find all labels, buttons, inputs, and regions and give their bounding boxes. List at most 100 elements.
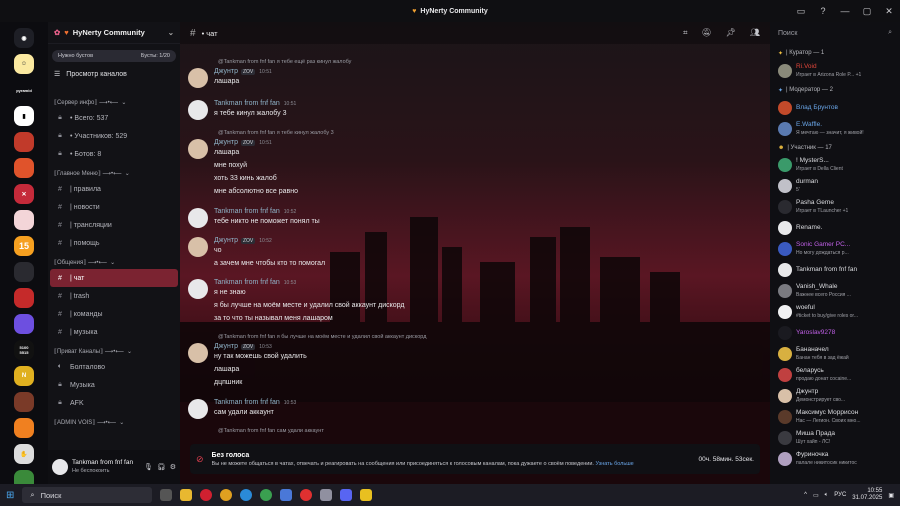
clock-date[interactable]: 31.07.2025 <box>852 495 882 502</box>
member-item[interactable]: ! MysterS... Играет в Della Client <box>770 154 900 175</box>
discord-icon[interactable] <box>340 489 353 501</box>
boost-bar[interactable]: Нужно бустов Бусты: 1/20 <box>52 50 176 62</box>
avatar[interactable] <box>188 279 208 299</box>
opera-icon[interactable] <box>200 489 213 501</box>
message[interactable]: Tankman from fnf fan 10:53 сам удали акка… <box>188 399 768 419</box>
telegram-icon[interactable] <box>320 489 333 501</box>
microphone-icon[interactable]: 🎙︎ <box>144 463 153 471</box>
server-5100[interactable]: 5100 5515 <box>14 340 34 360</box>
maximize-button[interactable]: ▢ <box>856 6 878 17</box>
message-author[interactable]: Tankman from fnf fan <box>214 399 280 406</box>
category-admin-voice[interactable]: ⟦ADMIN VOIS⟧ ⟶•⟵ ⌄ <box>48 412 180 429</box>
store-icon[interactable] <box>280 489 293 501</box>
member-item[interactable]: durman 5' <box>770 175 900 196</box>
server-icon[interactable] <box>14 262 34 282</box>
channel-commands[interactable]: # | команды <box>50 305 178 323</box>
member-item[interactable]: Yaroslav9278 <box>770 322 900 343</box>
close-button[interactable]: ✕ <box>878 6 900 17</box>
avatar[interactable] <box>52 459 68 475</box>
message[interactable]: Tankman from fnf fan 10:53 я не знаю я бы… <box>188 279 768 325</box>
voice-channel-chatter[interactable]: 🔈︎ Болталово <box>50 358 178 376</box>
member-item[interactable]: Ri.Void Играет в Arizona Role P... +1 <box>770 60 900 81</box>
server-icon[interactable] <box>14 288 34 308</box>
server-icon[interactable] <box>14 210 34 230</box>
category-private[interactable]: ⟦Приват Каналы⟧ ⟶•⟵ ⌄ <box>48 341 180 358</box>
yandex-icon[interactable] <box>300 489 313 501</box>
browse-channels[interactable]: ☰ Просмотр каналов <box>48 66 180 82</box>
message[interactable]: @Tankman from fnf fan я тебе ещё раз кин… <box>188 59 768 88</box>
channel-help[interactable]: # | помощь <box>50 234 178 252</box>
server-icon[interactable] <box>14 470 34 484</box>
server-icon[interactable] <box>14 158 34 178</box>
language-indicator[interactable]: РУС <box>834 492 846 498</box>
message[interactable]: Tankman from fnf fan 10:51 я тебе кинул ж… <box>188 100 768 120</box>
server-header[interactable]: ✿ ♥ HyNerty Community ⌄ <box>48 22 180 44</box>
discord-home-icon[interactable]: ◉ <box>14 28 34 48</box>
server-icon[interactable]: ☺ <box>14 54 34 74</box>
server-icon[interactable]: ✋ <box>14 444 34 464</box>
member-item[interactable]: Бананачел Банан тебя в зад ёжай <box>770 343 900 364</box>
server-icon[interactable] <box>14 418 34 438</box>
channel-news[interactable]: # | новости <box>50 198 178 216</box>
channel-rules[interactable]: # | правила <box>50 180 178 198</box>
member-item[interactable]: Влад Брунтов <box>770 97 900 118</box>
gear-icon[interactable]: ⚙ <box>170 463 176 471</box>
voice-channel-music[interactable]: 🔒︎ Музыка <box>50 376 178 394</box>
file-explorer-icon[interactable] <box>180 489 193 501</box>
message[interactable]: Джунтр ZOV 10:52 чо а зачем мне чтобы кто … <box>188 237 768 270</box>
avatar[interactable] <box>188 208 208 228</box>
windows-start-icon[interactable]: ⊞ <box>6 490 14 501</box>
message[interactable]: @Tankman from fnf fan я тебе кинул жалоб… <box>188 130 768 198</box>
channel-chat[interactable]: # | чат <box>50 269 178 287</box>
avatar[interactable] <box>188 237 208 257</box>
minimize-button[interactable]: — <box>834 6 856 16</box>
avatar[interactable] <box>188 100 208 120</box>
member-item[interactable]: беларусь продаю донат cocaine... <box>770 364 900 385</box>
member-item[interactable]: E.Waffle. Я мечтаю — значит, я живой! <box>770 118 900 139</box>
channel-streams[interactable]: # | трансляции <box>50 216 178 234</box>
avatar[interactable] <box>188 399 208 419</box>
chrome-icon[interactable] <box>220 489 233 501</box>
member-item[interactable]: Фуриночка палале никитосик никитос <box>770 448 900 469</box>
category-server-info[interactable]: ⟦Сервер инфо⟧ ⟶•⟵ ⌄ <box>48 92 180 109</box>
server-icon[interactable]: N <box>14 366 34 386</box>
reply-preview[interactable]: @Tankman from fnf fan сам удали аккаунт <box>188 428 768 437</box>
message-author[interactable]: Джунтр <box>214 237 238 244</box>
edge-icon[interactable] <box>240 489 253 501</box>
message-author[interactable]: Tankman from fnf fan <box>214 100 280 107</box>
learn-more-link[interactable]: Узнать больше <box>596 461 634 467</box>
server-icon[interactable] <box>14 132 34 152</box>
member-item[interactable]: Sonic Gamer PC... Но могу дождаться р... <box>770 238 900 259</box>
inbox-icon[interactable]: ▭ <box>790 6 812 17</box>
reply-preview[interactable]: @Tankman from fnf fan я тебе кинул жалоб… <box>188 130 768 139</box>
server-15[interactable]: 15 <box>14 236 34 256</box>
channel-total[interactable]: 🔒︎ • Всего: 537 <box>50 109 178 127</box>
server-icon[interactable] <box>14 392 34 412</box>
volume-icon[interactable]: 🔈︎ <box>825 492 829 499</box>
message-author[interactable]: Tankman from fnf fan <box>214 208 280 215</box>
taskbar-search[interactable]: ⌕ Поиск <box>22 487 153 503</box>
channel-bots[interactable]: 🔒︎ • Ботов: 8 <box>50 145 178 163</box>
app-icon[interactable] <box>260 489 273 501</box>
network-icon[interactable]: ▭ <box>813 492 819 499</box>
task-view-icon[interactable] <box>160 489 173 501</box>
member-item[interactable]: Джунтр Демонстрирует сво... <box>770 385 900 406</box>
message-author[interactable]: Джунтр <box>214 139 238 146</box>
channel-trash[interactable]: # | trash <box>50 287 178 305</box>
member-item[interactable]: Tankman from fnf fan <box>770 259 900 280</box>
member-item[interactable]: Rename. <box>770 217 900 238</box>
member-item[interactable]: woeful #ticket to buy/give roles or... <box>770 301 900 322</box>
avatar[interactable] <box>188 343 208 363</box>
category-main-menu[interactable]: ⟦Главное Меню⟧ ⟶•⟵ ⌄ <box>48 163 180 180</box>
message[interactable]: Tankman from fnf fan 10:52 тебе никто не … <box>188 208 768 228</box>
server-icon[interactable] <box>14 314 34 334</box>
voice-channel-afk[interactable]: 🔒︎ AFK <box>50 394 178 412</box>
reply-preview[interactable]: @Tankman from fnf fan я бы лучше на моём… <box>188 334 768 343</box>
member-item[interactable]: Миша Прада Шут хайп - ЛС! <box>770 427 900 448</box>
channel-members[interactable]: 🔒︎ • Участников: 529 <box>50 127 178 145</box>
server-icon[interactable]: ▮ <box>14 106 34 126</box>
member-item[interactable]: Максимус Моррисон Нас — Легион. Своих мно… <box>770 406 900 427</box>
message[interactable]: @Tankman from fnf fan сам удали аккаунт <box>188 428 768 437</box>
app-icon[interactable] <box>360 489 373 501</box>
headphones-icon[interactable]: 🎧︎ <box>157 463 166 471</box>
